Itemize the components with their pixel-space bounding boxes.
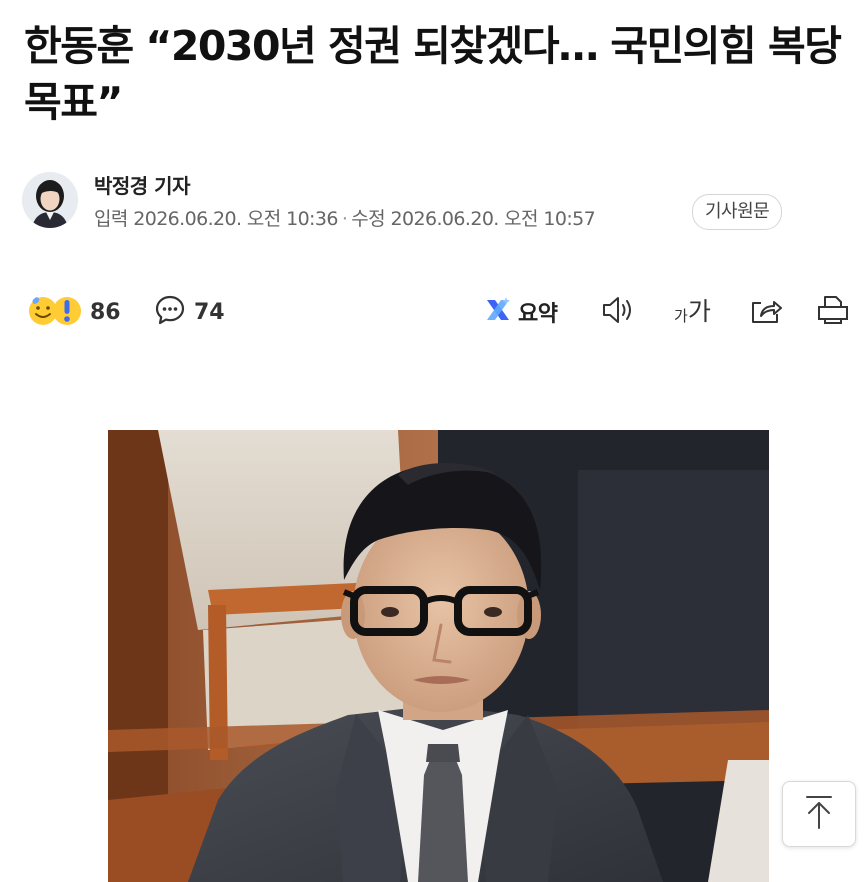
font-size-button[interactable]: 가 가 [674, 288, 711, 336]
share-icon [748, 294, 784, 330]
print-button[interactable] [816, 288, 850, 336]
modified-time: 2026.06.20. 오전 10:57 [390, 208, 596, 230]
font-large-glyph: 가 [687, 297, 711, 326]
article-page: 한동훈 “2030년 정권 되찾겠다… 국민의힘 복당 목표” 박정경 기자 입… [0, 0, 867, 882]
reaction-emoji-icon [26, 293, 82, 331]
reporter-avatar[interactable] [22, 172, 78, 228]
date-separator: · [341, 208, 348, 230]
font-small-glyph: 가 [674, 307, 688, 325]
published-time: 2026.06.20. 오전 10:36 [133, 208, 338, 230]
print-icon [816, 294, 850, 330]
modified-label: 수정 [351, 208, 386, 230]
speaker-icon [600, 294, 636, 330]
article-photo [108, 430, 769, 882]
scroll-to-top-button[interactable] [782, 781, 856, 847]
byline: 박정경 기자 입력 2026.06.20. 오전 10:36 · 수정 2026.0… [22, 168, 852, 234]
article-toolbar: 86 74 요약 가 가 [24, 288, 852, 336]
arrow-up-icon [805, 794, 833, 834]
published-label: 입력 [94, 208, 128, 230]
summary-label: 요약 [518, 302, 558, 327]
reaction-count: 86 [90, 299, 121, 325]
article-headline: 한동훈 “2030년 정권 되찾겠다… 국민의힘 복당 목표” [24, 22, 842, 126]
ai-summary-icon [484, 296, 512, 328]
listen-button[interactable] [600, 288, 636, 336]
article-dates: 입력 2026.06.20. 오전 10:36 · 수정 2026.06.20. 오… [94, 204, 596, 231]
share-button[interactable] [748, 288, 784, 336]
comment-count: 74 [194, 299, 225, 325]
font-size-icon: 가 가 [674, 298, 711, 326]
speech-bubble-icon [154, 294, 186, 330]
reaction-button[interactable]: 86 [26, 288, 121, 336]
comment-button[interactable]: 74 [154, 288, 225, 336]
original-article-button[interactable]: 기사원문 [692, 194, 783, 230]
reporter-name[interactable]: 박정경 기자 [94, 170, 190, 199]
summary-button[interactable]: 요약 [484, 288, 558, 336]
